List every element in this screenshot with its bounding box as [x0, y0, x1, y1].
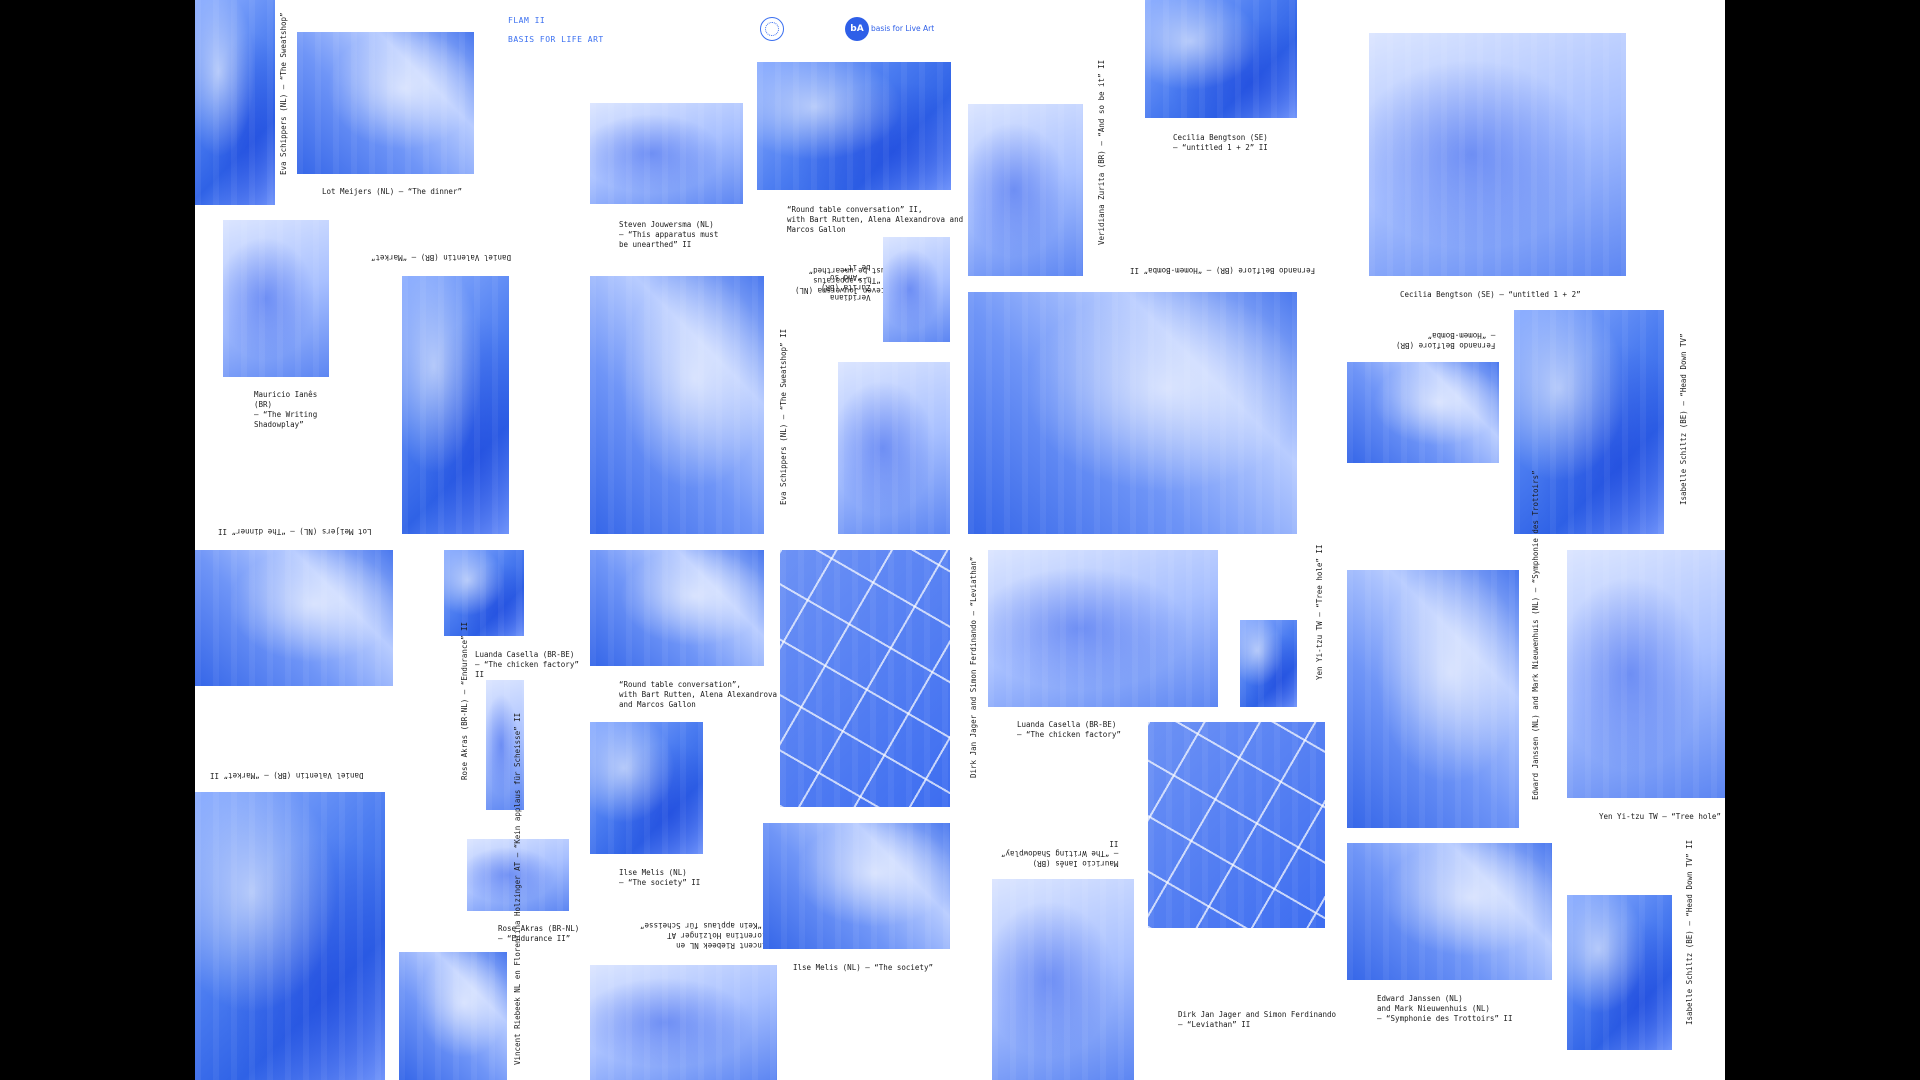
photo-kein-applaus-ii: [399, 952, 507, 1080]
photo-symphonie-ii: [1347, 843, 1552, 980]
caption: Lot Meijers (NL) – “The dinner” II: [218, 527, 372, 536]
photo-tree-hole: [1567, 550, 1725, 798]
caption: Daniel Valentin (BR) – “Market”: [371, 253, 511, 262]
caption: Vincent Riebeek NL en Florentina Holzing…: [640, 921, 771, 950]
photo-symphonie: [1347, 570, 1519, 828]
caption: Rose Akras (BR-NL) – “Endurance” II: [460, 621, 469, 780]
photo-head-down-tv-ii: [1567, 895, 1672, 1050]
basis-logo-icon: bA: [845, 17, 869, 41]
photo-homem-bomba-ii: [968, 292, 1297, 534]
caption: Steven Jouwersma (NL) – “This apparatus …: [619, 220, 719, 249]
photo-sweatshop: [195, 0, 275, 205]
photo-homem-bomba: [1347, 362, 1499, 463]
caption: Isabelle Schiltz (BE) – “Head Down TV”: [1679, 333, 1688, 505]
caption: Yen Yi-tzu TW – “Tree hole” II: [1315, 544, 1324, 680]
caption: Yen Yi-tzu TW – “Tree hole”: [1599, 812, 1721, 821]
photo-sweatshop-ii: [590, 276, 764, 534]
caption: Edward Janssen (NL) and Mark Nieuwenhuis…: [1531, 470, 1540, 800]
caption: Fernando Belfiore (BR) – “Homem-Bomba”: [1396, 331, 1496, 350]
photo-dinner-ii: [195, 550, 393, 686]
photo-untitled-ii: [1145, 0, 1297, 118]
caption: Cecilia Bengtson (SE) – “untitled 1 + 2”: [1400, 290, 1581, 299]
logo-text: basis for Live Art: [871, 24, 935, 33]
caption: Ilse Melis (NL) – “The society”: [793, 963, 933, 972]
photo-society: [763, 823, 950, 949]
photo-apparatus: [838, 362, 950, 534]
photo-writing-shadowplay-ii: [992, 879, 1134, 1080]
caption: Dirk Jan Jager and Simon Ferdinando – “L…: [969, 556, 978, 778]
photo-round-table-ii: [757, 62, 951, 190]
caption: Daniel Valentin (BR) – “Market” II: [210, 771, 364, 780]
photo-leviathan-ii: [1148, 722, 1325, 928]
photo-market: [402, 276, 509, 534]
caption: Rose Akras (BR-NL) – “Endurance II”: [498, 924, 580, 943]
caption: Isabelle Schiltz (BE) – “Head Down TV” I…: [1685, 839, 1694, 1025]
caption: “Round table conversation”, with Bart Ru…: [619, 680, 778, 709]
photo-market-ii: [195, 792, 385, 1080]
photo-kein-applaus: [590, 965, 777, 1080]
caption: Ilse Melis (NL) – “The society” II: [619, 868, 701, 887]
photo-chicken-factory-ii: [444, 550, 524, 636]
caption: Edward Janssen (NL) and Mark Nieuwenhuis…: [1377, 994, 1513, 1023]
caption: Cecilia Bengtson (SE) – “untitled 1 + 2”…: [1173, 133, 1268, 152]
photo-untitled: [1369, 33, 1626, 276]
photo-apparatus-ii: [590, 103, 743, 204]
photo-chicken-factory: [988, 550, 1218, 707]
poster: FLAM II BASIS FOR LIFE ART bA basis for …: [195, 0, 1725, 1080]
photo-and-so-be-it: [883, 237, 950, 342]
caption: Lot Meijers (NL) – “The dinner”: [322, 187, 462, 196]
event-title: FLAM II: [508, 16, 546, 25]
caption: Mauricio Ianês (BR) – “The Writing Shado…: [1001, 839, 1119, 868]
photo-dinner: [297, 32, 474, 174]
photo-and-so-be-it-ii: [968, 104, 1083, 276]
caption: Eva Schippers (NL) – “The Sweatshop” II: [779, 328, 788, 505]
photo-leviathan: [780, 550, 950, 807]
caption: Mauricio Ianês (BR) – “The Writing Shado…: [254, 390, 318, 429]
photo-tree-hole-ii: [1240, 620, 1297, 707]
caption: “Round table conversation” II, with Bart…: [787, 205, 964, 234]
circular-seal-icon: [760, 17, 784, 41]
caption: Veridiana Zurita (BR) – “And so be it”: [821, 263, 871, 302]
caption: Luanda Casella (BR-BE) – “The chicken fa…: [1017, 720, 1121, 739]
caption: Vincent Riebeek NL en Florentina Holzing…: [513, 712, 522, 1065]
caption: Fernando Belfiore (BR) – “Homem-Bomba” I…: [1130, 266, 1316, 275]
photo-society-ii: [590, 722, 703, 854]
photo-round-table: [590, 550, 764, 666]
caption: Dirk Jan Jager and Simon Ferdinando – “L…: [1178, 1010, 1337, 1029]
caption: Veridiana Zurita (BR) – “And so be it” I…: [1097, 59, 1106, 245]
caption: Luanda Casella (BR-BE) – “The chicken fa…: [475, 650, 579, 679]
photo-writing-shadowplay: [223, 220, 329, 377]
caption: Eva Schippers (NL) – “The Sweatshop”: [279, 12, 288, 175]
org-line: BASIS FOR LIFE ART: [508, 35, 604, 44]
